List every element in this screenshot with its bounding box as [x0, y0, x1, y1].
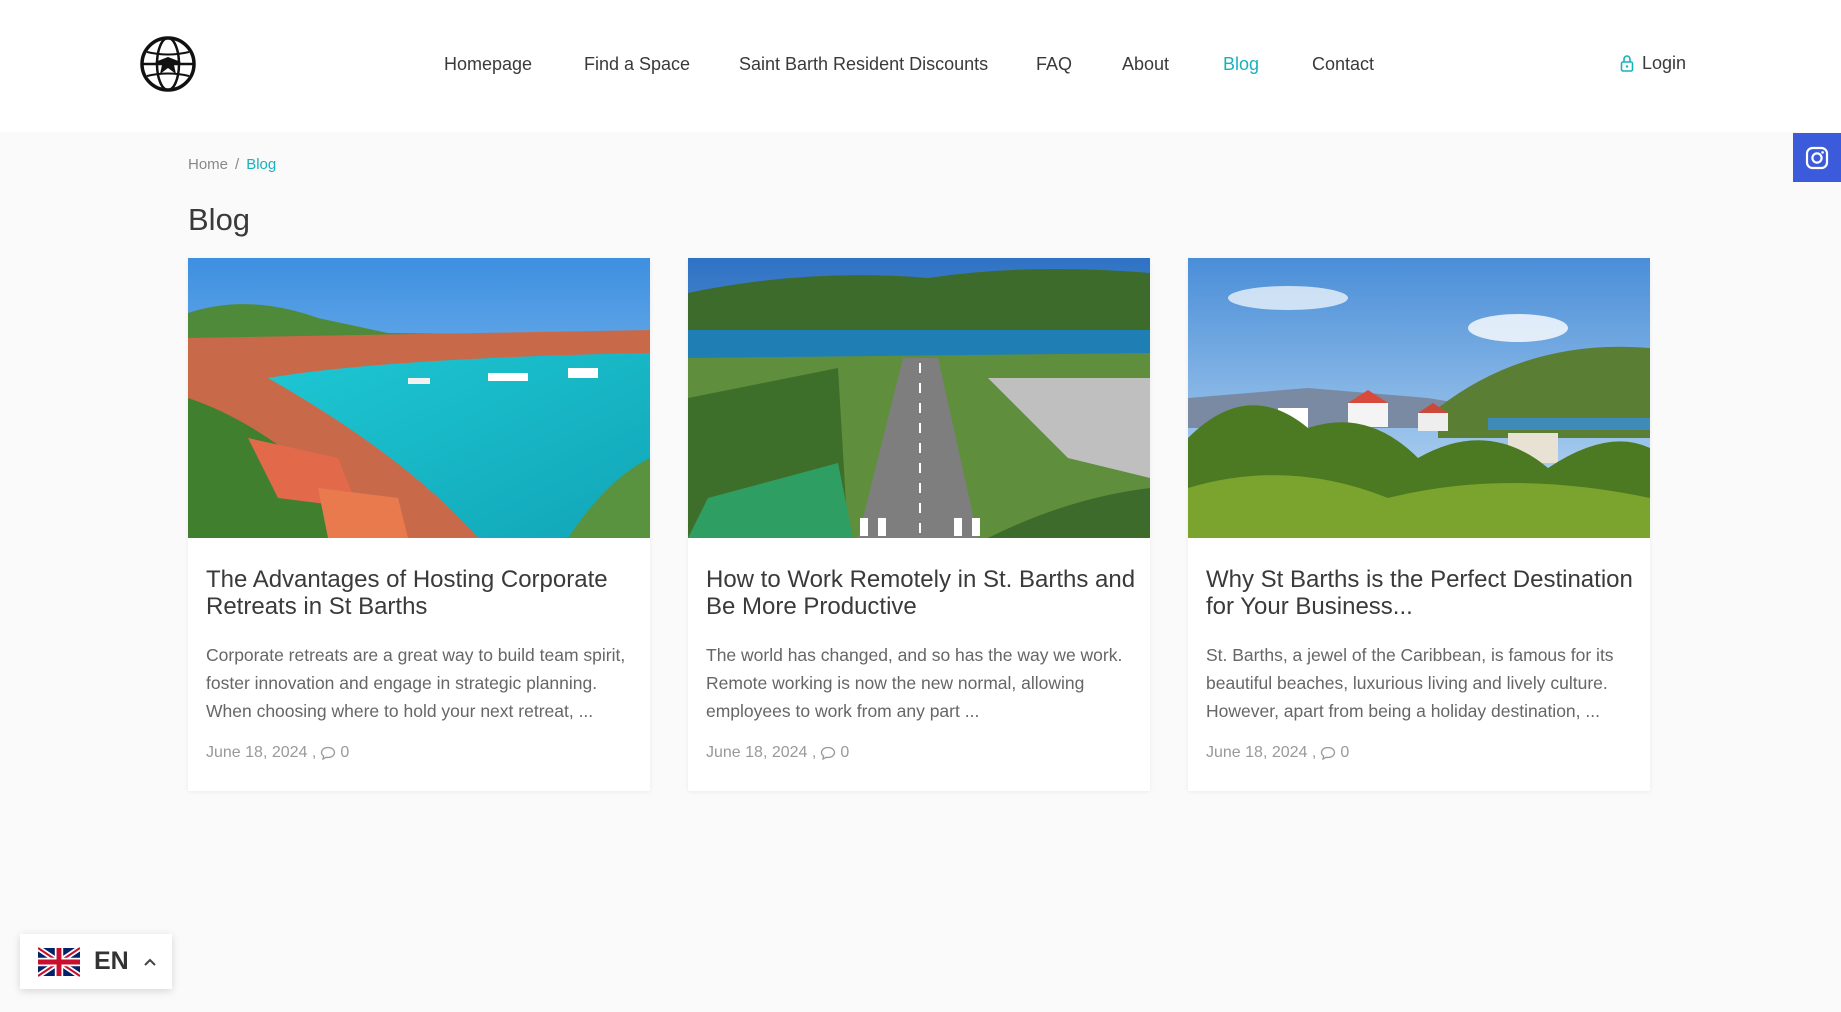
nav-item-find-a-space[interactable]: Find a Space [584, 52, 690, 76]
blog-card[interactable]: How to Work Remotely in St. Barths and B… [688, 258, 1150, 791]
uk-flag-icon [38, 945, 80, 978]
post-title[interactable]: How to Work Remotely in St. Barths and B… [706, 566, 1146, 620]
nav-item-about[interactable]: About [1122, 52, 1169, 76]
comment-icon [321, 746, 336, 761]
lock-icon [1620, 55, 1634, 72]
post-comment-count: 0 [340, 744, 350, 761]
main-nav: Homepage Find a Space Saint Barth Reside… [0, 52, 1841, 76]
instagram-icon [1805, 146, 1829, 169]
nav-item-contact[interactable]: Contact [1312, 52, 1374, 76]
post-image-harbor [188, 258, 650, 538]
blog-card[interactable]: Why St Barths is the Perfect Destination… [1188, 258, 1650, 791]
post-comment-count: 0 [840, 744, 850, 761]
login-label: Login [1642, 52, 1687, 73]
login-link[interactable]: Login [1620, 51, 1686, 75]
breadcrumb: Home / Blog [188, 155, 276, 175]
page-title: Blog [188, 202, 251, 237]
post-excerpt: The world has changed, and so has the wa… [706, 645, 1123, 721]
nav-item-faq[interactable]: FAQ [1036, 52, 1072, 76]
post-meta: June 18, 2024 , 0 [1206, 743, 1349, 763]
language-switcher[interactable]: EN [20, 934, 172, 989]
post-title[interactable]: The Advantages of Hosting Corporate Retr… [206, 566, 646, 620]
nav-item-homepage[interactable]: Homepage [444, 52, 532, 76]
comment-icon [1321, 746, 1336, 761]
post-excerpt: Corporate retreats are a great way to bu… [206, 645, 626, 721]
post-date: June 18, 2024 , [206, 744, 317, 761]
post-meta: June 18, 2024 , 0 [706, 743, 849, 763]
post-image-runway [688, 258, 1150, 538]
blog-card[interactable]: The Advantages of Hosting Corporate Retr… [188, 258, 650, 791]
comment-icon [821, 746, 836, 761]
post-title[interactable]: Why St Barths is the Perfect Destination… [1206, 566, 1646, 620]
post-date: June 18, 2024 , [1206, 744, 1317, 761]
chevron-up-icon [144, 958, 156, 966]
breadcrumb-separator: / [235, 156, 240, 173]
post-comment-count: 0 [1340, 744, 1350, 761]
post-date: June 18, 2024 , [706, 744, 817, 761]
site-header: Homepage Find a Space Saint Barth Reside… [0, 0, 1841, 132]
breadcrumb-current: Blog [246, 156, 277, 173]
breadcrumb-home[interactable]: Home [188, 155, 228, 175]
nav-item-blog[interactable]: Blog [1223, 52, 1259, 76]
language-code: EN [94, 947, 129, 975]
post-excerpt: St. Barths, a jewel of the Caribbean, is… [1206, 645, 1614, 721]
post-meta: June 18, 2024 , 0 [206, 743, 349, 763]
post-image-hillside [1188, 258, 1650, 538]
nav-item-resident-discounts[interactable]: Saint Barth Resident Discounts [739, 52, 988, 76]
instagram-button[interactable] [1793, 133, 1841, 182]
